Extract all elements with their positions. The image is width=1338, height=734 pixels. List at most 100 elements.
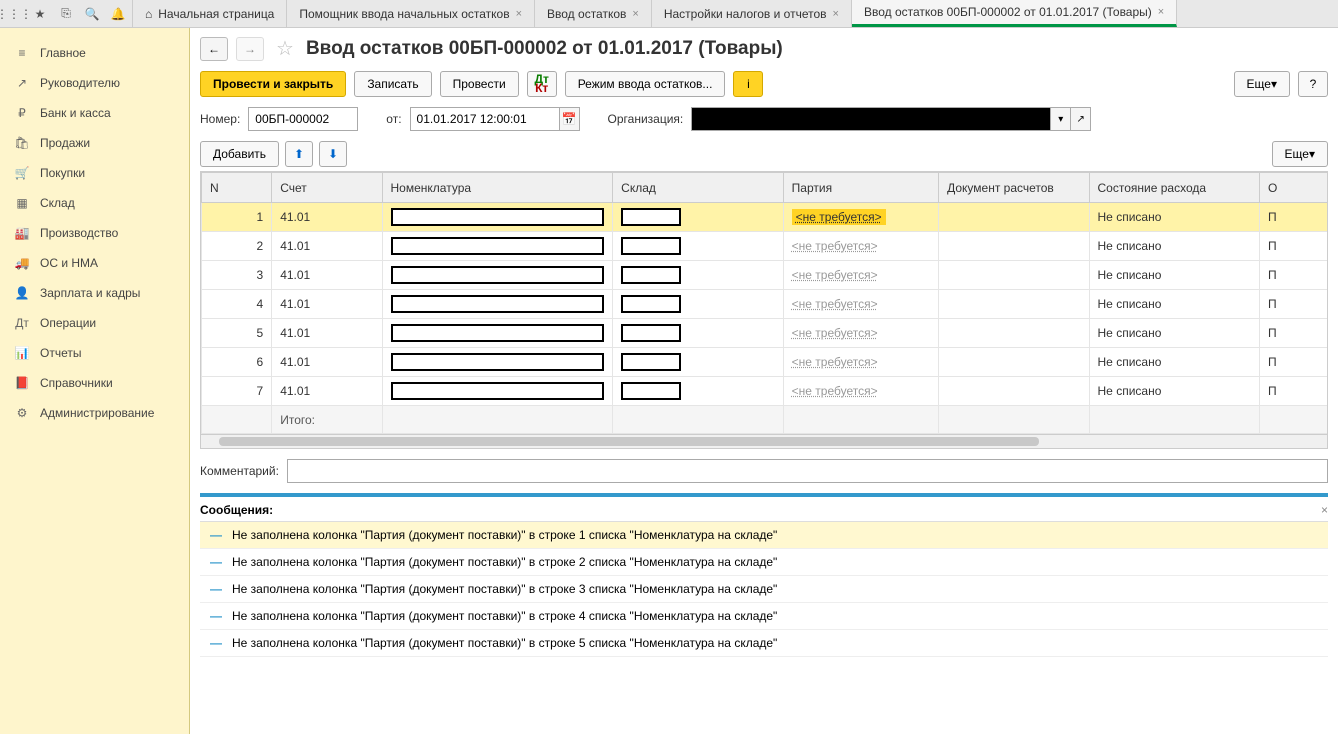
sidebar-item[interactable]: ▦ Склад xyxy=(0,188,189,218)
table-row[interactable]: 141.01<не требуется>Не списаноП xyxy=(202,203,1329,232)
party-cell[interactable]: <не требуется> xyxy=(792,355,878,369)
col-n[interactable]: N xyxy=(202,173,272,203)
col-state[interactable]: Состояние расхода xyxy=(1089,173,1259,203)
from-label: от: xyxy=(386,112,401,126)
sidebar-item[interactable]: 📊Отчеты xyxy=(0,338,189,368)
sidebar-label: Отчеты xyxy=(40,346,81,360)
close-icon[interactable]: × xyxy=(1158,6,1164,18)
tab[interactable]: Ввод остатков 00БП-000002 от 01.01.2017 … xyxy=(852,0,1177,27)
sidebar-label: Банк и касса xyxy=(40,106,111,120)
redacted-cell xyxy=(391,353,605,371)
nav-forward-button: → xyxy=(236,37,264,61)
nav-back-button[interactable]: ← xyxy=(200,37,228,61)
horizontal-scrollbar[interactable] xyxy=(200,435,1328,449)
dtkt-button[interactable]: ДтКт xyxy=(527,71,557,97)
clipboard-icon[interactable]: ⎘ xyxy=(58,6,74,22)
sidebar-label: Справочники xyxy=(40,376,113,390)
dash-icon: — xyxy=(210,528,222,542)
post-button[interactable]: Провести xyxy=(440,71,519,97)
table-row[interactable]: 641.01<не требуется>Не списаноП xyxy=(202,348,1329,377)
number-input[interactable] xyxy=(248,107,358,131)
redacted-cell xyxy=(391,382,605,400)
apps-icon[interactable]: ⋮⋮⋮ xyxy=(6,6,22,22)
sidebar-item[interactable]: ₽Банк и касса xyxy=(0,98,189,128)
move-up-button[interactable]: ⬆ xyxy=(285,141,313,167)
tab-label: Настройки налогов и отчетов xyxy=(664,7,827,21)
mode-button[interactable]: Режим ввода остатков... xyxy=(565,71,726,97)
redacted-cell xyxy=(621,353,681,371)
party-cell[interactable]: <не требуется> xyxy=(792,239,878,253)
sidebar-item[interactable]: ≡Главное xyxy=(0,38,189,68)
org-dropdown-icon[interactable]: ▾ xyxy=(1051,107,1071,131)
bell-icon[interactable]: 🔔 xyxy=(110,6,126,22)
table-row[interactable]: 441.01<не требуется>Не списаноП xyxy=(202,290,1329,319)
col-party[interactable]: Партия xyxy=(783,173,938,203)
form-row: Номер: от: 📅 Организация: ▾ ↗ xyxy=(200,107,1328,131)
sidebar-item[interactable]: 📕Справочники xyxy=(0,368,189,398)
col-account[interactable]: Счет xyxy=(272,173,382,203)
help-button[interactable]: ? xyxy=(1298,71,1328,97)
col-doc[interactable]: Документ расчетов xyxy=(939,173,1089,203)
message-row[interactable]: —Не заполнена колонка "Партия (документ … xyxy=(200,603,1328,630)
sidebar-item[interactable]: 🏭Производство xyxy=(0,218,189,248)
sidebar-icon: 🏭 xyxy=(14,225,30,241)
close-icon[interactable]: × xyxy=(833,8,839,20)
sidebar-item[interactable]: ⚙Администрирование xyxy=(0,398,189,428)
messages-title: Сообщения: xyxy=(200,503,273,517)
org-label: Организация: xyxy=(608,112,684,126)
party-cell[interactable]: <не требуется> xyxy=(792,268,878,282)
tab[interactable]: Ввод остатков× xyxy=(535,0,652,27)
table-more-button[interactable]: Еще ▾ xyxy=(1272,141,1328,167)
tab[interactable]: Настройки налогов и отчетов × xyxy=(652,0,852,27)
dash-icon: — xyxy=(210,555,222,569)
more-button[interactable]: Еще ▾ xyxy=(1234,71,1290,97)
comment-input[interactable] xyxy=(287,459,1328,483)
info-button[interactable]: i xyxy=(733,71,763,97)
party-cell[interactable]: <не требуется> xyxy=(792,384,878,398)
write-button[interactable]: Записать xyxy=(354,71,431,97)
move-down-button[interactable]: ⬇ xyxy=(319,141,347,167)
sidebar-item[interactable]: 🚚ОС и НМА xyxy=(0,248,189,278)
col-warehouse[interactable]: Склад xyxy=(613,173,783,203)
sidebar-label: Склад xyxy=(40,196,75,210)
col-last[interactable]: О xyxy=(1260,173,1329,203)
tab[interactable]: Помощник ввода начальных остатков× xyxy=(287,0,535,27)
message-row[interactable]: —Не заполнена колонка "Партия (документ … xyxy=(200,576,1328,603)
post-close-button[interactable]: Провести и закрыть xyxy=(200,71,346,97)
tab[interactable]: ⌂Начальная страница xyxy=(133,0,287,27)
org-open-icon[interactable]: ↗ xyxy=(1071,107,1091,131)
col-nomenclature[interactable]: Номенклатура xyxy=(382,173,613,203)
party-cell[interactable]: <не требуется> xyxy=(792,297,878,311)
sidebar-icon: ▦ xyxy=(14,195,30,211)
search-icon[interactable]: 🔍 xyxy=(84,6,100,22)
message-text: Не заполнена колонка "Партия (документ п… xyxy=(232,528,777,542)
message-row[interactable]: —Не заполнена колонка "Партия (документ … xyxy=(200,630,1328,657)
add-button[interactable]: Добавить xyxy=(200,141,279,167)
table-row[interactable]: 241.01<не требуется>Не списаноП xyxy=(202,232,1329,261)
calendar-icon[interactable]: 📅 xyxy=(560,107,580,131)
redacted-cell xyxy=(391,295,605,313)
party-cell[interactable]: <не требуется> xyxy=(792,326,878,340)
close-icon[interactable]: × xyxy=(516,8,522,20)
star-icon[interactable]: ★ xyxy=(32,6,48,22)
table-row[interactable]: 741.01<не требуется>Не списаноП xyxy=(202,377,1329,406)
table-row[interactable]: 341.01<не требуется>Не списаноП xyxy=(202,261,1329,290)
sidebar-item[interactable]: 🛒Покупки xyxy=(0,158,189,188)
party-cell[interactable]: <не требуется> xyxy=(792,209,886,225)
sidebar-item[interactable]: ↗Руководителю xyxy=(0,68,189,98)
date-input[interactable] xyxy=(410,107,560,131)
sidebar-label: Покупки xyxy=(40,166,85,180)
action-row: Провести и закрыть Записать Провести ДтК… xyxy=(200,71,1328,97)
org-input[interactable] xyxy=(691,107,1051,131)
sidebar-item[interactable]: 👤Зарплата и кадры xyxy=(0,278,189,308)
message-row[interactable]: — Не заполнена колонка "Партия (документ … xyxy=(200,522,1328,549)
favorite-icon[interactable]: ☆ xyxy=(276,36,294,61)
table-row[interactable]: 541.01<не требуется>Не списаноП xyxy=(202,319,1329,348)
redacted-cell xyxy=(621,295,681,313)
sidebar-item[interactable]: 🛍Продажи xyxy=(0,128,189,158)
messages-close-icon[interactable]: × xyxy=(1321,503,1328,517)
message-row[interactable]: —Не заполнена колонка "Партия (документ … xyxy=(200,549,1328,576)
close-icon[interactable]: × xyxy=(632,8,638,20)
number-label: Номер: xyxy=(200,112,240,126)
sidebar-item[interactable]: ДтОперации xyxy=(0,308,189,338)
